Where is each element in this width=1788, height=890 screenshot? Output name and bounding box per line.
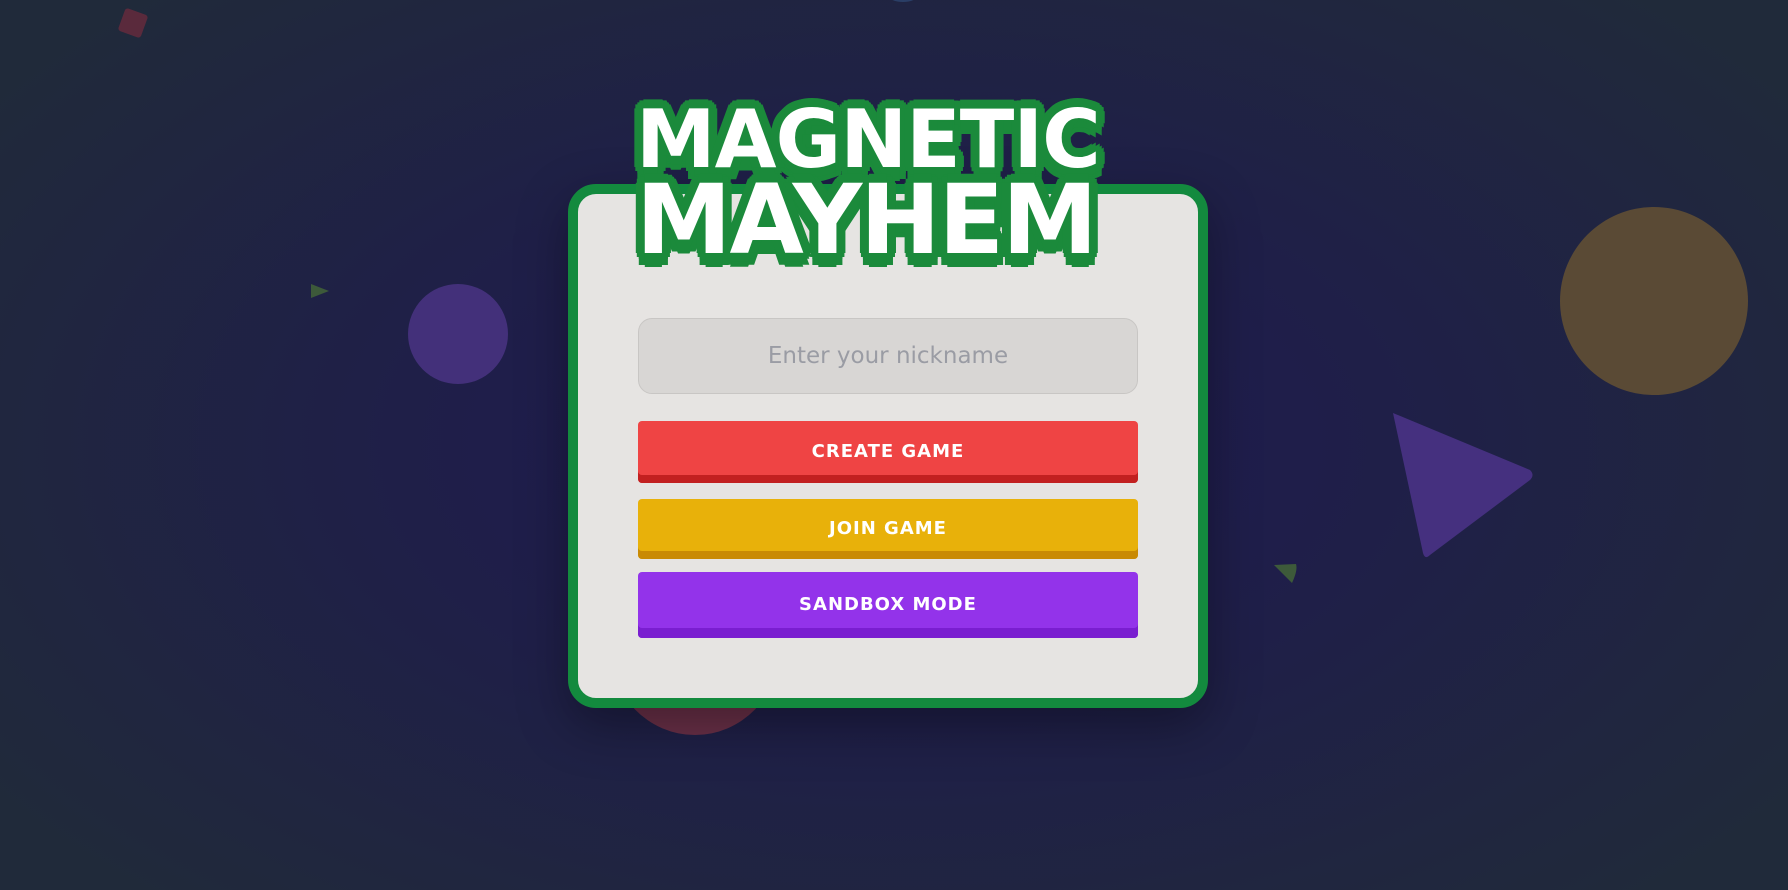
background-shape-circle-top [888, 0, 918, 2]
nickname-input[interactable] [638, 318, 1138, 394]
create-game-button[interactable]: CREATE GAME [638, 421, 1138, 483]
sandbox-mode-button[interactable]: SANDBOX MODE [638, 572, 1138, 638]
background-shape-circle-purple [408, 284, 508, 384]
logo-title-line-2: MAYHEM [636, 164, 1098, 276]
join-game-button[interactable]: JOIN GAME [638, 499, 1138, 559]
background-shape-circle-orange [1560, 207, 1748, 395]
background-shape-triangle-purple [1393, 413, 1533, 558]
game-logo: MAGNETIC MAYHEM [636, 100, 1156, 276]
background-shape-triangle-small-left [311, 284, 329, 298]
background-shape-triangle-small-right [1274, 564, 1297, 583]
background-shape-square [117, 7, 149, 39]
